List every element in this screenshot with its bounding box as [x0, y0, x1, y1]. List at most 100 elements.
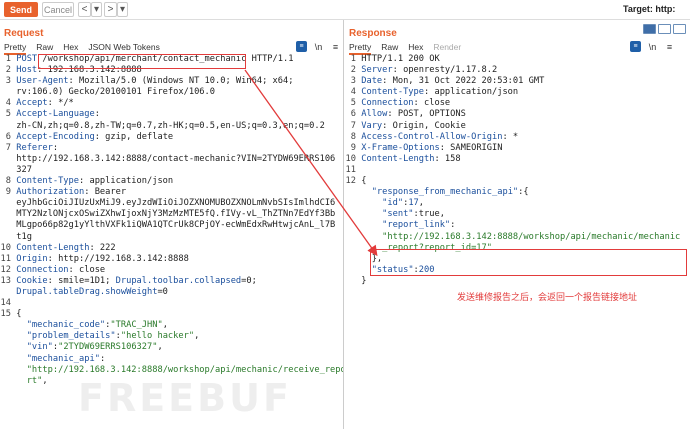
- code-token: : *: [502, 131, 519, 142]
- code-token: "http://192.168.3.142:8888/workshop/api/…: [26, 364, 343, 375]
- forward-button[interactable]: >: [104, 2, 117, 17]
- code-token: =0: [157, 286, 168, 297]
- code-line: 4 Content-Type: application/json: [345, 87, 690, 98]
- send-button[interactable]: Send: [4, 2, 38, 17]
- newline-icon[interactable]: \n: [647, 41, 658, 52]
- line-number: 9: [350, 142, 356, 153]
- code-line: 13 Cookie: smile=1D1; Drupal.toolbar.col…: [0, 276, 343, 287]
- line-number: 12: [0, 264, 11, 275]
- code-token: : http://192.168.3.142:8888: [47, 253, 189, 264]
- line-number: 5: [5, 109, 11, 120]
- code-token: t1g: [16, 231, 32, 242]
- code-token: Referer: [16, 142, 53, 153]
- code-line: eyJhbGciOiJIUzUxMiJ9.eyJzdWIiOiJOZXNOMUB…: [0, 198, 343, 209]
- line-number: 15: [0, 309, 11, 320]
- code-token: "response_from_mechanic_api": [371, 187, 519, 198]
- code-token: Connection: [16, 264, 69, 275]
- code-token: "http://192.168.3.142:8888/workshop/api/…: [382, 231, 681, 242]
- code-token: Cookie: [16, 275, 48, 286]
- code-token: "mechanic_code": [26, 320, 106, 331]
- code-token: Vary: [361, 120, 383, 131]
- code-token: : SAMEORIGIN: [439, 142, 503, 153]
- code-token: ,: [194, 331, 200, 342]
- code-token: "2TYDW69ERRS106327": [58, 342, 158, 353]
- code-line: 7 Referer:: [0, 143, 343, 154]
- code-token: Content-Type: [361, 87, 424, 98]
- code-line: 10 Content-Length: 158: [345, 154, 690, 165]
- request-pane: Request Pretty Raw Hex JSON Web Tokens ≡…: [0, 20, 344, 429]
- code-token: }: [361, 275, 367, 286]
- url-highlight: [38, 54, 246, 69]
- line-number: 3: [5, 76, 11, 87]
- code-line: 10 Content-Length: 222: [0, 243, 343, 254]
- code-token: : close: [413, 98, 451, 109]
- code-token: : application/json: [424, 87, 519, 98]
- list-icon[interactable]: ≡: [630, 41, 641, 52]
- back-button[interactable]: <: [78, 2, 91, 17]
- code-token: Content-Type: [16, 176, 79, 187]
- code-token: {: [16, 309, 22, 320]
- code-token: Access-Control-Allow-Origin: [361, 131, 503, 142]
- code-line: 1 HTTP/1.1 200 OK: [345, 54, 690, 65]
- code-token: "vin": [26, 342, 53, 353]
- code-token: : Mon, 31 Oct 2022 20:53:01 GMT: [382, 76, 545, 87]
- code-token: rv:106.0) Gecko/20100101 Firefox/106.0: [16, 87, 215, 98]
- code-token: :{: [518, 187, 529, 198]
- menu-icon[interactable]: ≡: [664, 41, 675, 52]
- code-line: MTY2NzlONjcxOSwiZXhwIjoxNjY3MzMzMTE5fQ.f…: [0, 209, 343, 220]
- code-line: 6 Accept-Encoding: gzip, deflate: [0, 132, 343, 143]
- layout-toggle: [643, 24, 686, 34]
- code-line: 2 Server: openresty/1.17.8.2: [345, 65, 690, 76]
- code-line: 327: [0, 165, 343, 176]
- newline-icon[interactable]: \n: [313, 41, 324, 52]
- single-pane-icon[interactable]: [673, 24, 686, 34]
- back-menu-button[interactable]: ▾: [91, 2, 102, 17]
- request-title: Request: [4, 28, 44, 39]
- code-token: Accept-Encoding: [16, 131, 95, 142]
- code-line: 3 User-Agent: Mozilla/5.0 (Windows NT 10…: [0, 76, 343, 87]
- code-line: "id":17,: [345, 198, 690, 209]
- line-number: 10: [0, 242, 11, 253]
- code-token: =0;: [241, 275, 257, 286]
- code-token: rt": [26, 375, 43, 386]
- cancel-button[interactable]: Cancel: [42, 2, 74, 17]
- split-horizontal-icon[interactable]: [643, 24, 656, 34]
- code-line: Drupal.tableDrag.showWeight=0: [0, 287, 343, 298]
- split-vertical-icon[interactable]: [658, 24, 671, 34]
- code-token: 17: [408, 198, 419, 209]
- request-editor[interactable]: 1 POST /workshop/api/merchant/contact_me…: [0, 54, 343, 429]
- code-token: ,: [418, 198, 425, 209]
- code-line: MLgpo66p82g1yYlthVXFk1iQWA1QTCrUk8CPjOY-…: [0, 220, 343, 231]
- code-token: : 222: [89, 242, 116, 253]
- code-token: "id": [382, 198, 404, 209]
- code-token: : application/json: [79, 176, 174, 187]
- code-line: "http://192.168.3.142:8888/workshop/api/…: [0, 365, 343, 376]
- menu-icon[interactable]: ≡: [330, 41, 341, 52]
- line-number: 14: [0, 298, 11, 309]
- line-number: 6: [350, 109, 356, 120]
- code-line: http://192.168.3.142:8888/contact-mechan…: [0, 154, 343, 165]
- line-number: 13: [0, 275, 11, 286]
- code-line: 15 {: [0, 309, 343, 320]
- toolbar: Send Cancel < ▾ > ▾ Target: http:: [0, 0, 690, 20]
- code-token: : POST, OPTIONS: [387, 109, 466, 120]
- list-icon[interactable]: ≡: [296, 41, 307, 52]
- code-token: HTTP/1.1: [246, 54, 294, 64]
- annotation-text: 发送维修报告之后，会返回一个报告链接地址: [457, 293, 638, 303]
- code-token: Drupal.tableDrag.showWeight: [16, 286, 158, 297]
- code-token: : gzip, deflate: [94, 131, 174, 142]
- code-line: rv:106.0) Gecko/20100101 Firefox/106.0: [0, 87, 343, 98]
- code-token: :: [99, 353, 106, 364]
- code-token: Origin: [16, 253, 48, 264]
- code-token: "problem_details": [26, 331, 116, 342]
- code-token: Content-Length: [16, 242, 90, 253]
- forward-menu-button[interactable]: ▾: [117, 2, 128, 17]
- response-editor[interactable]: 1 HTTP/1.1 200 OK 2 Server: openresty/1.1…: [345, 54, 690, 429]
- watermark: FREEBUF: [78, 376, 292, 420]
